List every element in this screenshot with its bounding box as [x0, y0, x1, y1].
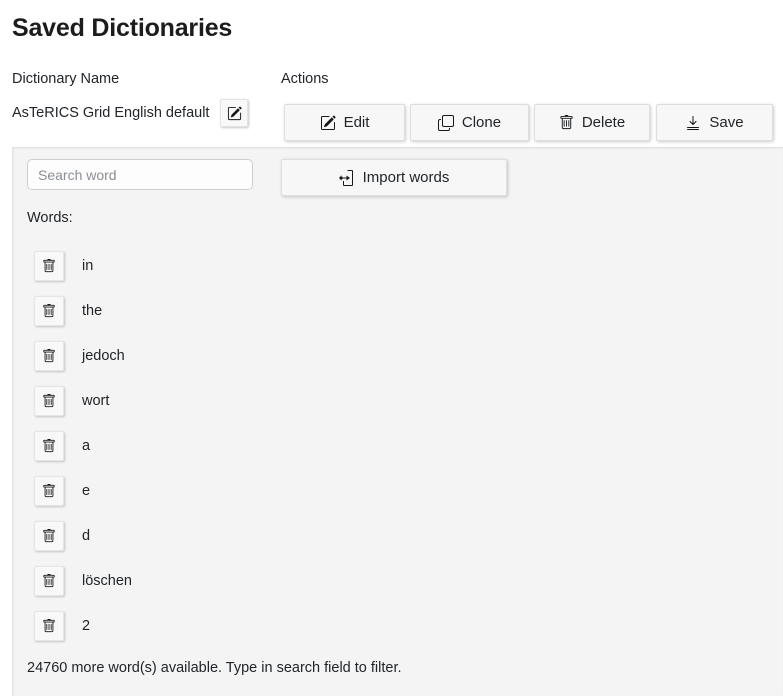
list-item: d: [0, 513, 783, 558]
column-header-actions: Actions: [281, 70, 329, 88]
import-words-button[interactable]: Import words: [281, 159, 507, 196]
word-label: the: [82, 302, 102, 320]
clone-button-label: Clone: [462, 114, 501, 131]
word-label: d: [82, 527, 90, 545]
column-header-dictionary-name: Dictionary Name: [12, 70, 119, 88]
save-button-label: Save: [709, 114, 743, 131]
trash-icon: [42, 439, 56, 453]
word-label: 2: [82, 617, 90, 635]
trash-icon: [42, 394, 56, 408]
trash-icon: [42, 484, 56, 498]
words-label: Words:: [27, 209, 73, 227]
trash-icon: [42, 349, 56, 363]
delete-word-button[interactable]: [34, 431, 64, 461]
delete-word-button[interactable]: [34, 386, 64, 416]
list-item: in: [0, 243, 783, 288]
dictionary-name-value: AsTeRICS Grid English default: [12, 104, 209, 122]
delete-button[interactable]: Delete: [534, 104, 650, 141]
delete-word-button[interactable]: [34, 566, 64, 596]
rename-dictionary-button[interactable]: [220, 99, 248, 127]
delete-word-button[interactable]: [34, 341, 64, 371]
copy-icon: [438, 115, 454, 131]
list-item: jedoch: [0, 333, 783, 378]
save-button[interactable]: Save: [656, 104, 773, 141]
word-label: a: [82, 437, 90, 455]
word-label: jedoch: [82, 347, 125, 365]
list-item: wort: [0, 378, 783, 423]
delete-word-button[interactable]: [34, 476, 64, 506]
trash-icon: [559, 115, 574, 130]
word-label: wort: [82, 392, 109, 410]
word-label: e: [82, 482, 90, 500]
list-item: löschen: [0, 558, 783, 603]
word-label: in: [82, 257, 93, 275]
delete-word-button[interactable]: [34, 611, 64, 641]
pencil-square-icon: [227, 106, 242, 121]
trash-icon: [42, 304, 56, 318]
edit-button[interactable]: Edit: [284, 104, 405, 141]
search-input[interactable]: [27, 159, 253, 190]
more-words-note: 24760 more word(s) available. Type in se…: [27, 659, 402, 677]
word-list: in the jedoch: [0, 243, 783, 648]
trash-icon: [42, 529, 56, 543]
pencil-square-icon: [320, 115, 336, 131]
trash-icon: [42, 574, 56, 588]
delete-word-button[interactable]: [34, 251, 64, 281]
delete-button-label: Delete: [582, 114, 625, 131]
import-words-button-label: Import words: [363, 169, 450, 186]
download-icon: [685, 115, 701, 131]
list-item: the: [0, 288, 783, 333]
list-item: a: [0, 423, 783, 468]
list-item: e: [0, 468, 783, 513]
delete-word-button[interactable]: [34, 296, 64, 326]
list-item: 2: [0, 603, 783, 648]
trash-icon: [42, 619, 56, 633]
edit-button-label: Edit: [344, 114, 370, 131]
delete-word-button[interactable]: [34, 521, 64, 551]
clone-button[interactable]: Clone: [410, 104, 529, 141]
word-label: löschen: [82, 572, 132, 590]
page-title: Saved Dictionaries: [12, 12, 232, 44]
file-import-icon: [339, 170, 355, 186]
trash-icon: [42, 259, 56, 273]
